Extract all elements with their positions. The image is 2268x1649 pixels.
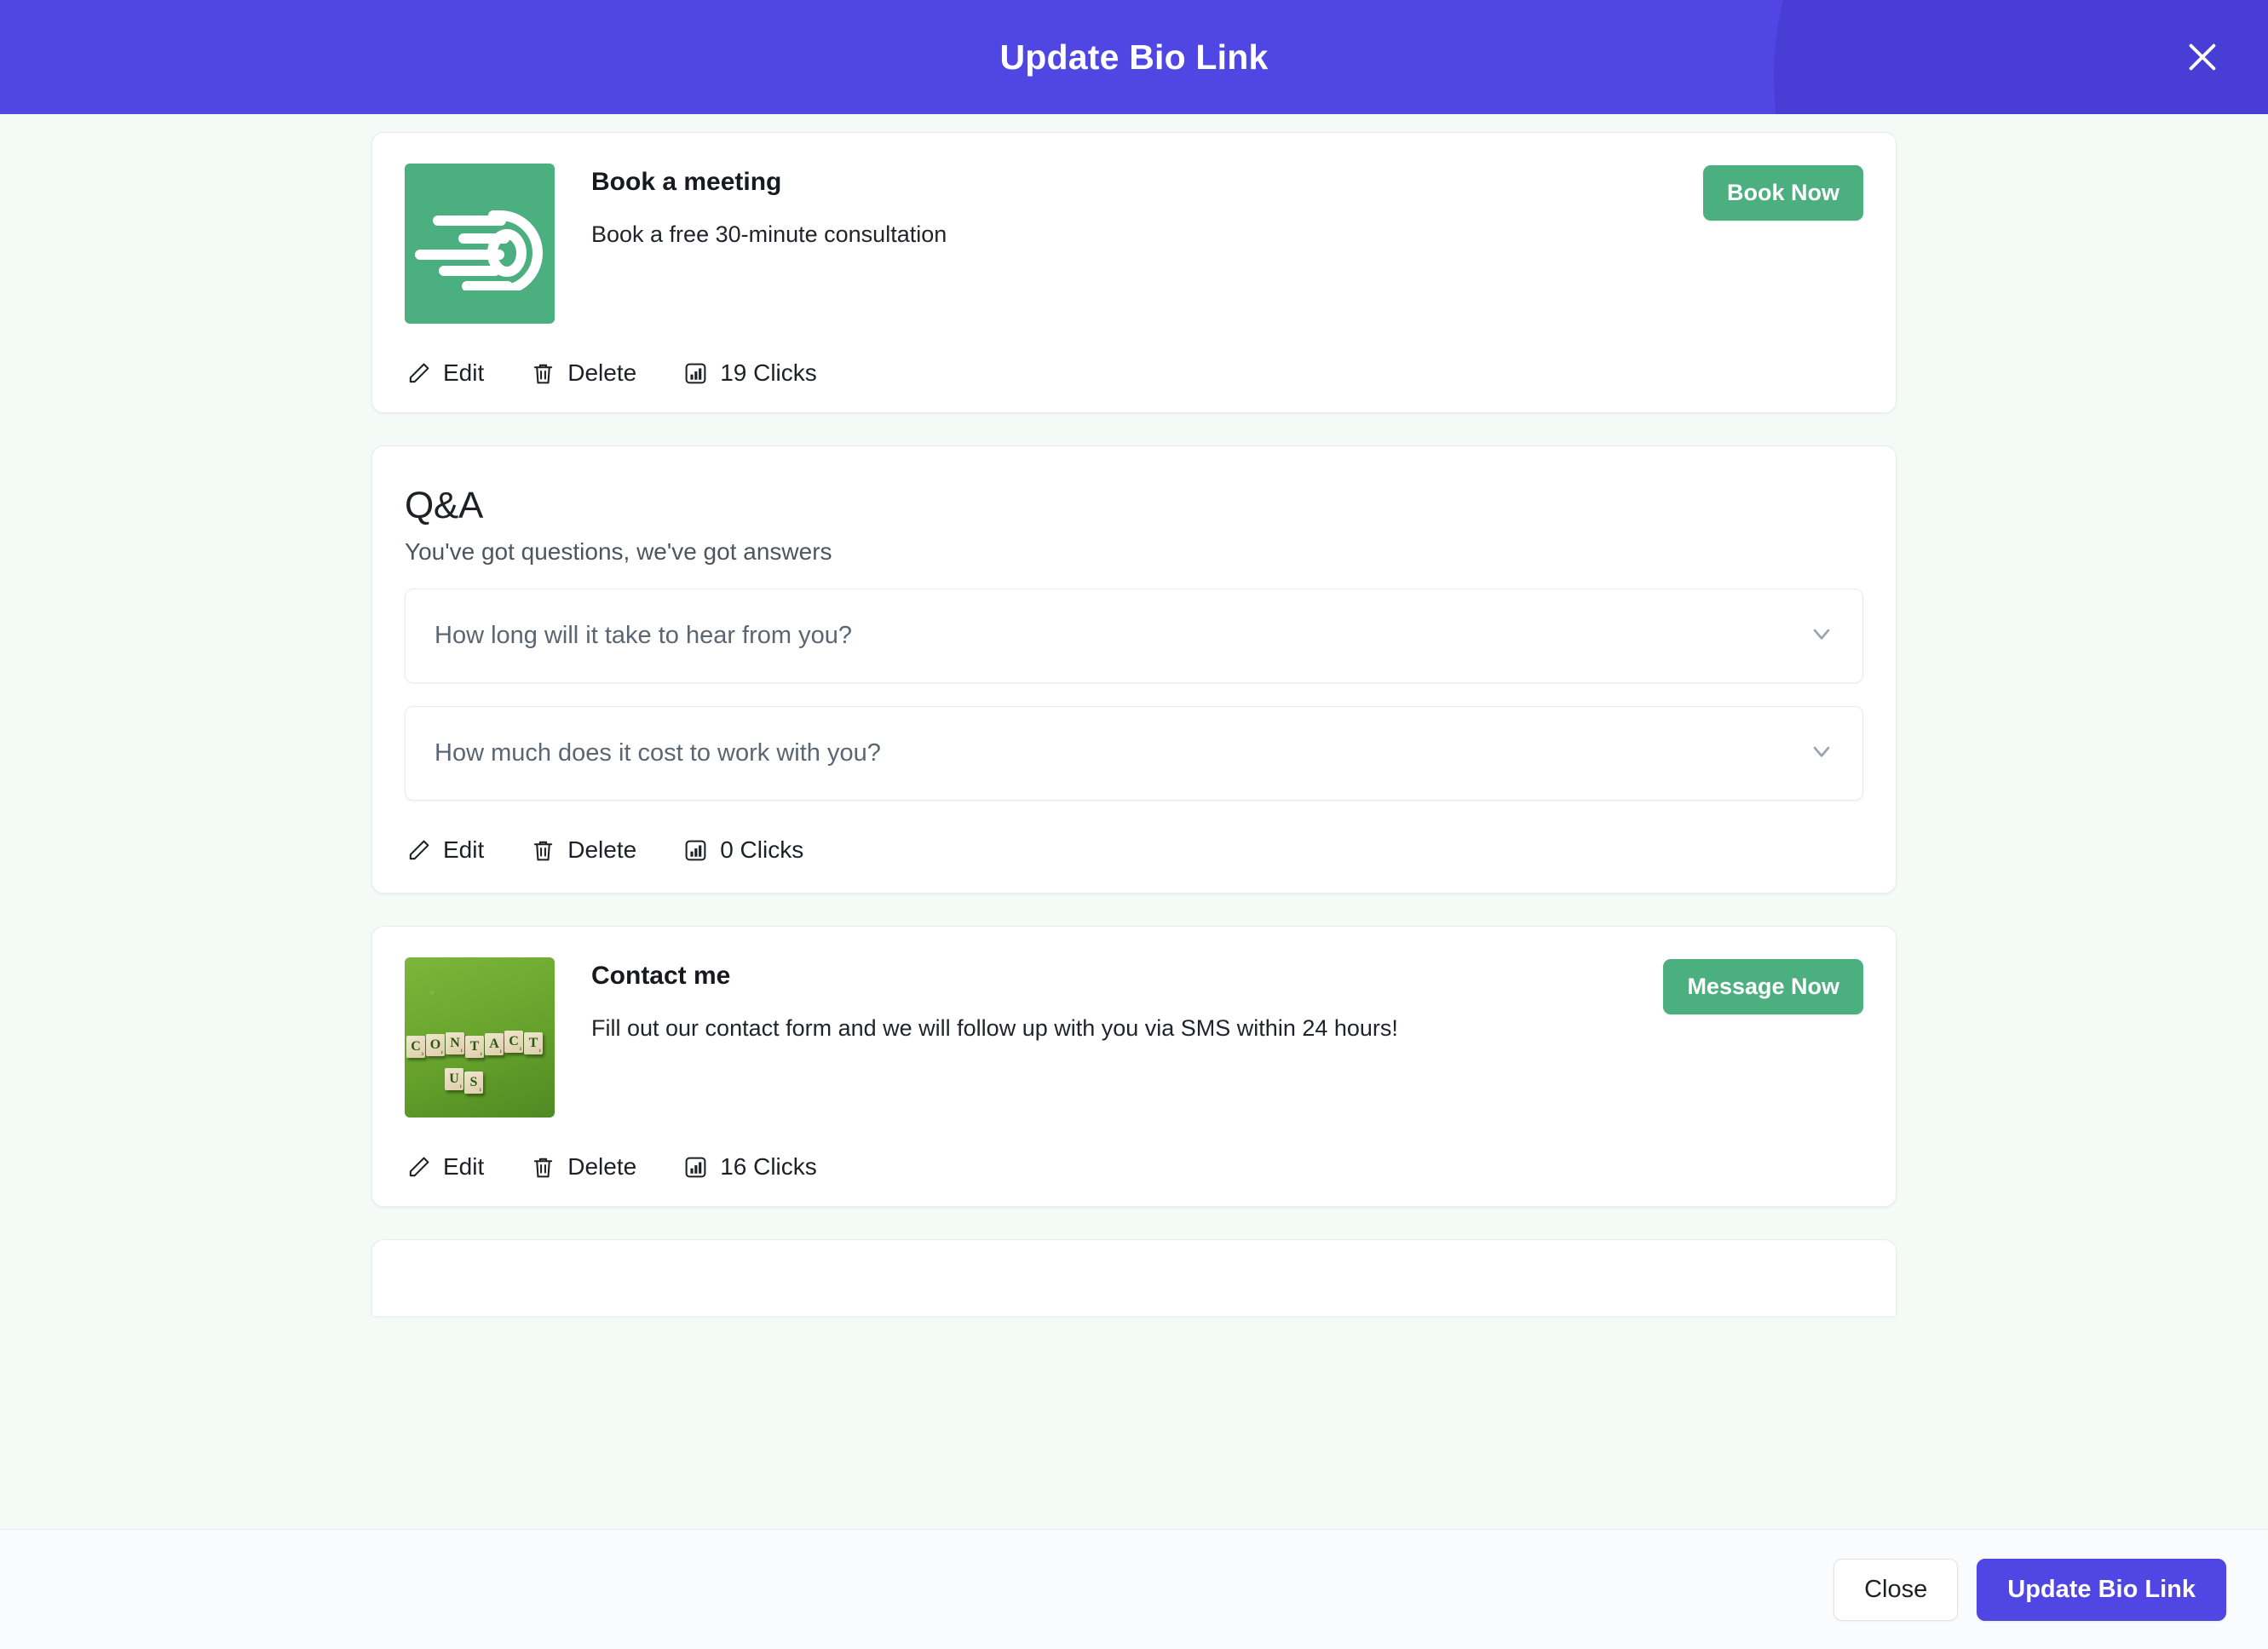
qa-question-label: How long will it take to hear from you? [435,622,852,650]
chevron-down-icon[interactable] [1808,738,1835,769]
delete-label: Delete [567,836,637,864]
pencil-icon [406,838,431,863]
link-title: Book a meeting [591,168,782,196]
clicks-stat[interactable]: 16 Clicks [683,1153,817,1181]
link-row: Book a meeting Book a free 30-minute con… [405,164,1863,324]
modal-header: Update Bio Link [0,0,2268,114]
chevron-down-icon[interactable] [1808,620,1835,652]
edit-label: Edit [443,1153,485,1181]
delete-button[interactable]: Delete [531,359,636,387]
delete-label: Delete [567,359,637,386]
bar-chart-icon [683,838,708,863]
update-bio-link-button[interactable]: Update Bio Link [1977,1558,2226,1621]
close-icon[interactable] [2178,32,2227,82]
clicks-label: 19 Clicks [720,359,817,386]
pencil-icon [406,361,431,386]
qa-question-label: How much does it cost to work with you? [435,739,881,767]
clicks-stat[interactable]: 19 Clicks [683,359,817,387]
clicks-label: 0 Clicks [720,836,804,864]
edit-label: Edit [443,359,485,386]
delete-button[interactable]: Delete [531,836,636,864]
bio-link-card-book-a-meeting: Book a meeting Book a free 30-minute con… [371,132,1897,413]
link-title: Contact me [591,962,731,991]
modal-body-scroll-area[interactable]: Book a meeting Book a free 30-minute con… [0,114,2268,1529]
edit-label: Edit [443,836,485,864]
pencil-icon [406,1155,431,1180]
page-title: Update Bio Link [999,37,1269,77]
delete-button[interactable]: Delete [531,1153,636,1181]
close-button[interactable]: Close [1833,1558,1959,1621]
qa-subtitle: You've got questions, we've got answers [405,538,832,566]
card-actions: Edit Delete [405,836,1863,864]
modal-footer: Close Update Bio Link [0,1529,2268,1649]
clicks-label: 16 Clicks [720,1153,817,1181]
trash-icon [531,1155,555,1180]
bar-chart-icon [683,1155,708,1180]
edit-button[interactable]: Edit [406,359,484,387]
link-row: C3 O1 N1 T1 A1 C3 T1 U1 S1 Contact me Fi… [405,957,1863,1118]
bio-link-card-partial [371,1239,1897,1317]
cards-list: Book a meeting Book a free 30-minute con… [0,132,2268,1317]
qa-title: Q&A [405,485,484,526]
message-now-button[interactable]: Message Now [1663,959,1863,1015]
link-description: Book a free 30-minute consultation [591,221,947,247]
card-actions: Edit Delete [405,1153,1863,1181]
link-description: Fill out our contact form and we will fo… [591,1015,1398,1042]
card-actions: Edit Delete [405,359,1863,387]
link-text-block: Book a meeting Book a free 30-minute con… [555,164,1683,250]
bar-chart-icon [683,361,708,386]
book-now-button[interactable]: Book Now [1703,165,1863,221]
calendly-logo-icon [405,164,555,324]
link-text-block: Contact me Fill out our contact form and… [555,957,1643,1043]
trash-icon [531,361,555,386]
clicks-stat[interactable]: 0 Clicks [683,836,803,864]
bio-link-card-qa: Q&A You've got questions, we've got answ… [371,445,1897,894]
qa-accordion-item[interactable]: How long will it take to hear from you? [405,589,1863,684]
bio-link-card-contact-me: C3 O1 N1 T1 A1 C3 T1 U1 S1 Contact me Fi… [371,926,1897,1208]
delete-label: Delete [567,1153,637,1181]
edit-button[interactable]: Edit [406,1153,484,1181]
qa-accordion-item[interactable]: How much does it cost to work with you? [405,706,1863,802]
contact-us-photo: C3 O1 N1 T1 A1 C3 T1 U1 S1 [405,957,555,1118]
edit-button[interactable]: Edit [406,836,484,864]
trash-icon [531,838,555,863]
update-bio-link-modal: Update Bio Link Book a meeting Book a fr… [0,0,2268,1649]
